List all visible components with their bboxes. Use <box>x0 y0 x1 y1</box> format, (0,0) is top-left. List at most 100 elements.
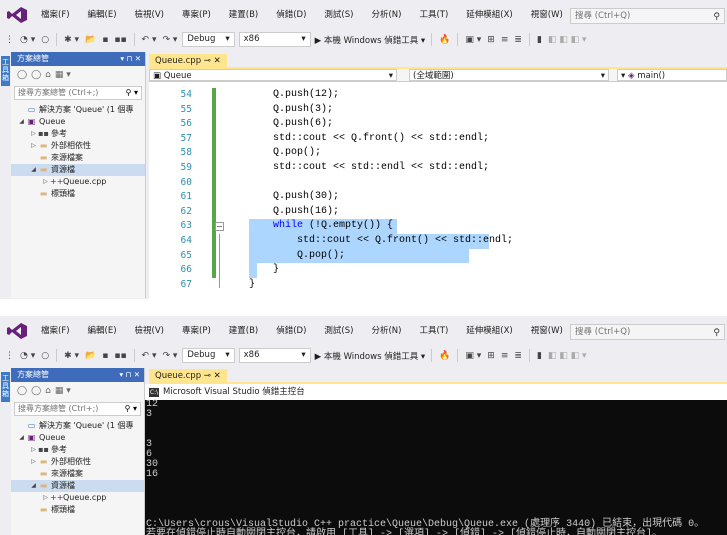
new-project-icon[interactable]: ✱ ▾ <box>63 351 80 361</box>
close-icon[interactable]: ✕ <box>214 56 221 66</box>
quick-search-input[interactable]: 搜尋 (Ctrl+Q) ⚲ <box>570 8 725 24</box>
code-line[interactable]: Q.push(30); <box>249 190 339 205</box>
code-line[interactable]: Q.push(12); <box>249 88 339 103</box>
pane-controls-icon[interactable]: ▾ ⊓ ✕ <box>120 52 141 66</box>
undo-icon[interactable]: ↶ ▾ <box>141 35 158 45</box>
switch-views-icon[interactable]: ▦ ▾ <box>55 70 71 80</box>
menu-item[interactable]: 視窗(W) <box>522 316 572 346</box>
menu-item[interactable]: 偵錯(D) <box>267 316 315 346</box>
tree-item[interactable]: ▭ 解決方案 'Queue' (1 個專 <box>11 420 144 432</box>
save-all-icon[interactable]: ▪▪ <box>113 351 127 361</box>
menu-item[interactable]: 分析(N) <box>362 316 410 346</box>
code-line[interactable]: std::cout << std::endl << std::endl; <box>249 161 489 176</box>
code-line[interactable]: std::cout << Q.front() << std::endl; <box>249 234 513 249</box>
tree-item[interactable]: ▷ ▪▪ 參考 <box>11 128 145 140</box>
pin-icon[interactable]: ⊸ <box>204 371 211 381</box>
uncomment-icon[interactable]: ≣ <box>513 35 523 45</box>
comment-icon[interactable]: ≡ <box>500 35 510 45</box>
code-line[interactable]: Q.push(3); <box>249 103 333 118</box>
expand-arrow-icon[interactable]: ▷ <box>29 140 38 152</box>
home-icon[interactable]: ⌂ <box>45 386 51 396</box>
start-debugging-button[interactable]: ▶ 本機 Windows 偵錯工具 ▾ <box>315 350 426 362</box>
save-icon[interactable]: ▪ <box>101 35 109 45</box>
solution-search-input[interactable]: 搜尋方案總管 (Ctrl+;) ⚲ ▾ <box>14 402 141 416</box>
code-line[interactable]: while (!Q.empty()) { <box>249 219 393 234</box>
home-icon[interactable]: ⌂ <box>45 70 51 80</box>
menu-item[interactable]: 工具(T) <box>410 316 457 346</box>
new-project-icon[interactable]: ✱ ▾ <box>63 35 80 45</box>
expand-arrow-icon[interactable]: ◢ <box>29 480 38 492</box>
menu-item[interactable]: 測試(S) <box>315 0 362 30</box>
console-output[interactable]: 12 3 3 6 30 16 C:\Users\crous\VisualStudio C++… <box>145 400 727 535</box>
tree-item[interactable]: ▬ 標頭檔 <box>11 504 144 516</box>
expand-arrow-icon[interactable]: ▷ <box>41 176 50 188</box>
visual-studio-logo-icon[interactable] <box>6 322 28 340</box>
expand-arrow-icon[interactable]: ◢ <box>17 116 26 128</box>
code-line[interactable]: Q.push(6); <box>249 117 333 132</box>
visual-studio-logo-icon[interactable] <box>6 6 28 24</box>
solution-search-input[interactable]: 搜尋方案總管 (Ctrl+;) ⚲ ▾ <box>14 86 142 100</box>
toolbox-side-tab[interactable]: 工具箱 <box>0 52 11 298</box>
redo-icon[interactable]: ↷ ▾ <box>161 35 178 45</box>
tree-item[interactable]: ◢ ▬ 資源檔 <box>11 480 144 492</box>
menu-item[interactable]: 測試(S) <box>315 316 362 346</box>
menu-item[interactable]: 工具(T) <box>410 0 457 30</box>
hot-reload-icon[interactable]: 🔥 <box>438 35 451 45</box>
code-line[interactable]: std::cout << Q.front() << std::endl; <box>249 132 489 147</box>
code-line[interactable]: Q.pop(); <box>249 146 321 161</box>
save-all-icon[interactable]: ▪▪ <box>113 35 127 45</box>
forward-icon[interactable]: ◯ <box>31 386 41 396</box>
bookmark-prev-icon[interactable]: ◧ ◧ ◧ ▾ <box>547 35 588 45</box>
code-line[interactable]: } <box>249 263 279 278</box>
solution-view-icon[interactable]: ⊞ <box>486 35 496 45</box>
navigate-back-icon[interactable]: ◔ ▾ <box>19 351 36 361</box>
save-icon[interactable]: ▪ <box>101 351 109 361</box>
start-debugging-button[interactable]: ▶ 本機 Windows 偵錯工具 ▾ <box>315 34 426 46</box>
menu-item[interactable]: 分析(N) <box>362 0 410 30</box>
close-icon[interactable]: ✕ <box>214 371 221 381</box>
configuration-select[interactable]: Debug ▾ <box>182 32 235 47</box>
tree-item[interactable]: ▷ ▬ 外部相依性 <box>11 140 145 152</box>
forward-icon[interactable]: ◯ <box>31 70 41 80</box>
function-select[interactable]: ▾ ◈ main() <box>617 69 727 81</box>
menu-item[interactable]: 專案(P) <box>173 316 220 346</box>
expand-arrow-icon[interactable]: ▷ <box>29 456 38 468</box>
expand-arrow-icon[interactable]: ▷ <box>29 128 38 140</box>
menu-item[interactable]: 延伸模組(X) <box>457 0 521 30</box>
code-line[interactable]: } <box>249 278 255 293</box>
tree-item[interactable]: ▷ ▪▪ 參考 <box>11 444 144 456</box>
open-file-icon[interactable]: 📂 <box>84 35 97 45</box>
back-icon[interactable]: ◯ <box>17 70 27 80</box>
tree-item[interactable]: ▷ ++ Queue.cpp <box>11 176 145 188</box>
tree-item[interactable]: ◢ ▣ Queue <box>11 432 144 444</box>
undo-icon[interactable]: ↶ ▾ <box>141 351 158 361</box>
uncomment-icon[interactable]: ≣ <box>513 351 523 361</box>
code-line[interactable]: Q.pop(); <box>249 249 345 264</box>
tree-item[interactable]: ▭ 解決方案 'Queue' (1 個專 <box>11 104 145 116</box>
menu-item[interactable]: 偵錯(D) <box>267 0 315 30</box>
menu-item[interactable]: 檔案(F) <box>32 316 79 346</box>
pin-icon[interactable]: ⊸ <box>204 56 211 66</box>
tab-queue-cpp[interactable]: Queue.cpp ⊸ ✕ <box>149 54 227 69</box>
menu-item[interactable]: 檢視(V) <box>126 0 173 30</box>
menu-item[interactable]: 編輯(E) <box>79 0 126 30</box>
expand-arrow-icon[interactable]: ▷ <box>41 492 50 504</box>
tree-item[interactable]: ▬ 來源檔案 <box>11 468 144 480</box>
menu-item[interactable]: 視窗(W) <box>522 0 572 30</box>
hot-reload-icon[interactable]: 🔥 <box>438 351 451 361</box>
expand-arrow-icon[interactable]: ◢ <box>29 164 38 176</box>
tree-item[interactable]: ▬ 標頭檔 <box>11 188 145 200</box>
menu-item[interactable]: 檔案(F) <box>32 0 79 30</box>
toolbox-side-tab[interactable]: 工具箱 <box>0 368 11 535</box>
open-file-icon[interactable]: 📂 <box>84 351 97 361</box>
menu-item[interactable]: 建置(B) <box>220 316 267 346</box>
switch-views-icon[interactable]: ▦ ▾ <box>55 386 71 396</box>
redo-icon[interactable]: ↷ ▾ <box>161 351 178 361</box>
tree-item[interactable]: ◢ ▬ 資源檔 <box>11 164 145 176</box>
back-icon[interactable]: ◯ <box>17 386 27 396</box>
navigate-forward-icon[interactable]: ○ <box>40 351 50 361</box>
tree-item[interactable]: ▷ ▬ 外部相依性 <box>11 456 144 468</box>
expand-arrow-icon[interactable]: ▷ <box>29 444 38 456</box>
code-surface[interactable]: − 54 Q.push(12); 55 Q.push(3); 56 Q.push(6)… <box>149 88 727 299</box>
menu-item[interactable]: 編輯(E) <box>79 316 126 346</box>
